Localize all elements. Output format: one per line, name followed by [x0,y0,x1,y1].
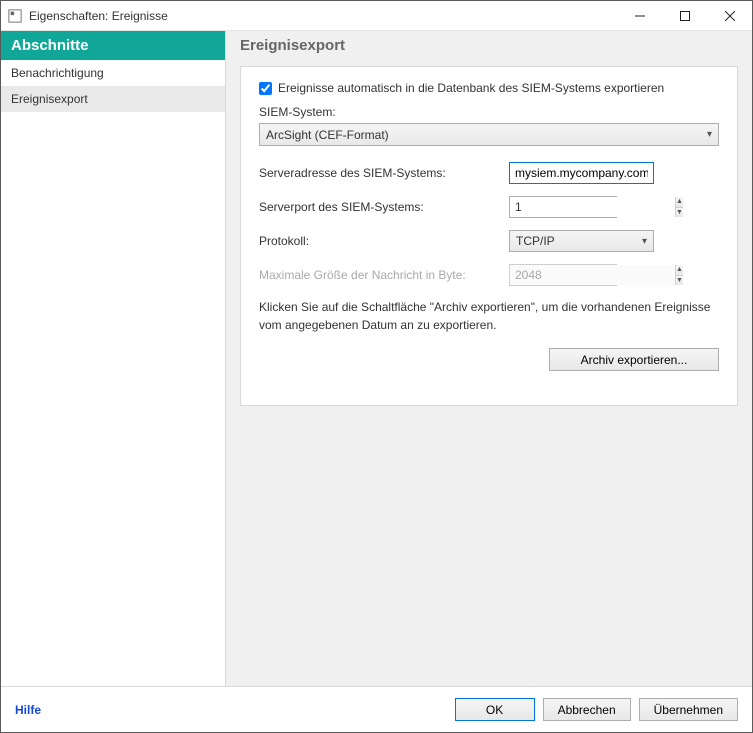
form-grid: Serveradresse des SIEM-Systems: Serverpo… [259,162,719,286]
arrow-up-icon[interactable]: ▲ [676,197,683,208]
help-link[interactable]: Hilfe [15,703,41,717]
auto-export-checkbox-row[interactable]: Ereignisse automatisch in die Datenbank … [259,81,719,95]
app-icon [7,8,23,24]
archive-export-button[interactable]: Archiv exportieren... [549,348,719,371]
sidebar: Abschnitte Benachrichtigung Ereignisexpo… [1,31,226,686]
server-port-input[interactable] [510,197,675,217]
apply-button[interactable]: Übernehmen [639,698,738,721]
server-address-input[interactable] [509,162,654,184]
auto-export-checkbox[interactable] [259,82,272,95]
siem-system-value: ArcSight (CEF-Format) [266,128,389,142]
main-header: Ereignisexport [226,31,752,60]
window-title: Eigenschaften: Ereignisse [29,9,617,23]
sidebar-header: Abschnitte [1,31,225,60]
chevron-down-icon: ▾ [642,236,647,247]
arrow-down-icon[interactable]: ▼ [676,208,683,218]
window-controls [617,1,752,30]
ok-button[interactable]: OK [455,698,535,721]
maximize-button[interactable] [662,1,707,30]
minimize-button[interactable] [617,1,662,30]
auto-export-label: Ereignisse automatisch in die Datenbank … [278,81,664,95]
content-box: Ereignisse automatisch in die Datenbank … [240,66,738,406]
server-address-label: Serveradresse des SIEM-Systems: [259,166,509,180]
content-wrap: Ereignisse automatisch in die Datenbank … [226,60,752,686]
siem-system-select[interactable]: ArcSight (CEF-Format) ▾ [259,123,719,146]
footer: Hilfe OK Abbrechen Übernehmen [1,686,752,732]
protocol-value: TCP/IP [516,234,555,248]
arrow-down-icon: ▼ [676,276,683,286]
sidebar-item-benachrichtigung[interactable]: Benachrichtigung [1,60,225,86]
maxsize-input [510,265,675,285]
close-button[interactable] [707,1,752,30]
titlebar: Eigenschaften: Ereignisse [1,1,752,31]
dialog-body: Abschnitte Benachrichtigung Ereignisexpo… [1,31,752,686]
archive-hint: Klicken Sie auf die Schaltfläche "Archiv… [259,298,719,334]
server-port-spinner[interactable]: ▲ ▼ [509,196,617,218]
maxsize-label: Maximale Größe der Nachricht in Byte: [259,268,509,282]
siem-system-label: SIEM-System: [259,105,719,119]
arrow-up-icon: ▲ [676,265,683,276]
protocol-label: Protokoll: [259,234,509,248]
sidebar-item-ereignisexport[interactable]: Ereignisexport [1,86,225,112]
protocol-select[interactable]: TCP/IP ▾ [509,230,654,252]
maxsize-spinner: ▲ ▼ [509,264,617,286]
cancel-button[interactable]: Abbrechen [543,698,631,721]
chevron-down-icon: ▾ [707,129,712,140]
window: Eigenschaften: Ereignisse Abschnitte Ben… [0,0,753,733]
server-port-label: Serverport des SIEM-Systems: [259,200,509,214]
main-panel: Ereignisexport Ereignisse automatisch in… [226,31,752,686]
